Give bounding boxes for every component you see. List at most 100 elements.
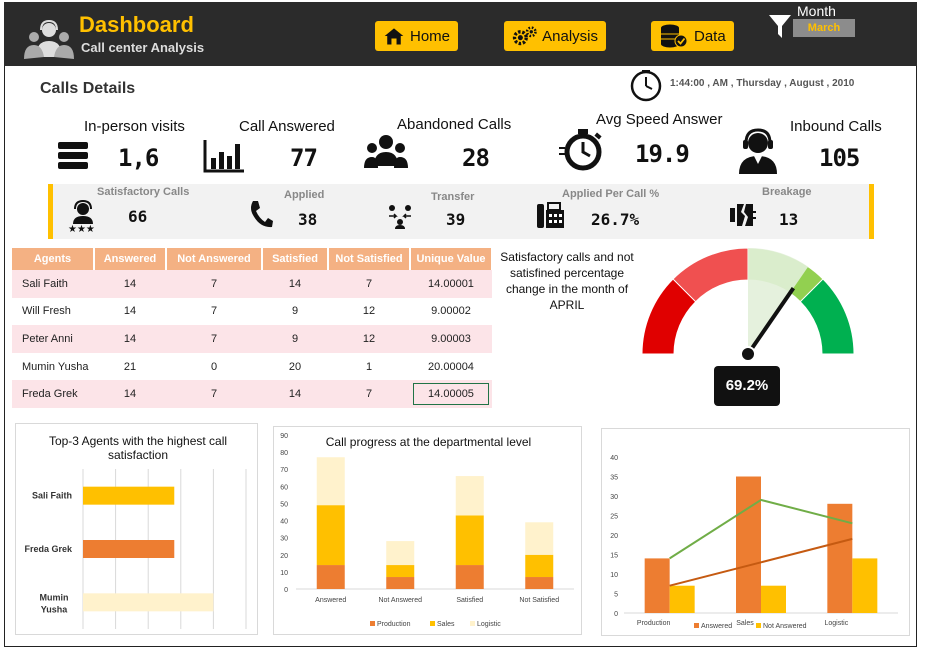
y-tick-label: 15	[610, 553, 618, 560]
column-header-satisfied: Satisfied	[262, 248, 329, 270]
not-answered-cell: 7	[166, 380, 262, 408]
kpi-label-avg-speed-answer: Avg Speed Answer	[596, 111, 723, 128]
legend-label: Sales	[437, 621, 455, 628]
table-row[interactable]: Will Fresh 14 7 9 12 9.00002	[12, 298, 492, 326]
kpi-value-inbound-calls: 105	[819, 144, 860, 172]
table-row[interactable]: Freda Grek 14 7 14 7 14.00005	[12, 380, 492, 408]
category-label: Freda Grek	[24, 544, 73, 554]
agent-name: Will Fresh	[22, 305, 71, 318]
not-answered-cell: 7	[166, 325, 262, 353]
category-label: Mumin	[40, 592, 69, 602]
answered-cell: 21	[123, 360, 137, 373]
not-satisfied-cell: 12	[362, 305, 376, 318]
answered-cell: 14	[94, 325, 166, 353]
answered-by-department-chart: 0 5 10 15 20 25 30 35 40 Production Sales Logistic A…	[601, 428, 910, 636]
svg-text:★★★: ★★★	[68, 224, 95, 232]
bar	[83, 540, 175, 558]
y-tick-label: 90	[280, 433, 288, 440]
agent-name: Mumin Yusha	[22, 360, 89, 373]
x-tick-label: Not Answered	[378, 597, 422, 604]
stacked-bar-segment	[316, 505, 345, 566]
y-tick-label: 80	[280, 450, 288, 457]
bar	[83, 593, 214, 612]
data-button[interactable]: Data	[651, 21, 734, 51]
x-tick-label: Satisfied	[456, 597, 483, 604]
y-tick-label: 20	[610, 533, 618, 540]
x-tick-label: Answered	[315, 597, 346, 604]
gauge-note: Satisfactory calls and not satisfined pe…	[500, 250, 634, 312]
app-subtitle: Call center Analysis	[81, 40, 205, 55]
kpi-label-call-answered: Call Answered	[239, 118, 335, 135]
datetime-readout: 1:44:00 , AM , Thursday , August , 2010	[670, 78, 855, 89]
bar-chart-icon	[203, 140, 244, 173]
strip-label-breakage: Breakage	[762, 186, 812, 198]
strip-label-applied-per-call: Applied Per Call %	[562, 188, 660, 200]
header-bar: Dashboard Call center Analysis Home Anal…	[4, 2, 917, 66]
call-center-logo-icon	[24, 19, 74, 59]
bar	[669, 585, 695, 613]
broken-icon	[730, 204, 756, 226]
legend-label: Not Answered	[763, 623, 807, 630]
bar	[83, 486, 175, 505]
category-label: Yusha	[41, 604, 69, 614]
legend-swatch	[694, 623, 699, 628]
column-header-not-satisfied: Not Satisfied	[328, 248, 411, 270]
analysis-button[interactable]: Analysis	[504, 21, 606, 51]
satisfied-cell: 9	[262, 325, 328, 353]
not-answered-cell: 7	[210, 305, 218, 318]
people-icon	[364, 135, 408, 168]
kpi-label-inbound-calls: Inbound Calls	[790, 118, 882, 135]
x-tick-label: Sales	[736, 620, 754, 627]
database-check-icon	[661, 24, 688, 48]
stacked-bar-segment	[386, 577, 415, 589]
strip-value-satisfactory-calls: 66	[128, 207, 148, 226]
x-tick-label: Production	[637, 620, 671, 627]
transfer-icon	[389, 205, 411, 229]
stacked-bar-segment	[525, 522, 554, 555]
stopwatch-icon	[559, 129, 602, 171]
department-progress-chart: Call progress at the departmental level …	[273, 426, 582, 635]
month-filter-select[interactable]: March	[793, 19, 855, 37]
satisfied-cell: 14	[262, 270, 328, 298]
headset-agent-icon	[739, 128, 777, 174]
legend-label: Logistic	[477, 621, 501, 628]
y-tick-label: 0	[284, 587, 288, 594]
y-tick-label: 10	[610, 572, 618, 579]
satisfied-cell: 14	[262, 380, 328, 408]
stacked-bar-segment	[455, 565, 484, 589]
fax-icon	[537, 202, 564, 228]
gauge-value: 69.2%	[714, 366, 780, 406]
table-row[interactable]: Sali Faith 14 7 14 7 14.00001	[12, 270, 492, 298]
answered-cell: 14	[94, 270, 166, 298]
bar	[761, 585, 786, 613]
filter-funnel-icon[interactable]	[768, 14, 792, 40]
x-tick-label: Logistic	[824, 620, 848, 627]
stacked-bar-segment	[386, 565, 415, 578]
table-row[interactable]: Peter Anni 14 7 9 12 9.00003	[12, 325, 492, 353]
y-tick-label: 20	[280, 553, 288, 560]
not-satisfied-cell: 12	[328, 325, 410, 353]
y-tick-label: 10	[280, 570, 288, 577]
home-button[interactable]: Home	[375, 21, 458, 51]
clock-icon	[630, 70, 662, 102]
table-row[interactable]: Mumin Yusha 21 0 20 1 20.00004	[12, 353, 492, 381]
column-header-agents: Agents	[12, 248, 95, 270]
satisfied-cell: 20	[288, 360, 302, 373]
y-tick-label: 30	[280, 536, 288, 543]
satisfaction-gauge	[641, 247, 855, 362]
bar	[736, 476, 761, 613]
top-agents-chart: Top-3 Agents with the highest call satis…	[15, 423, 258, 635]
strip-value-applied: 38	[298, 210, 318, 229]
strip-value-breakage: 13	[779, 210, 799, 229]
legend-label: Answered	[701, 623, 732, 630]
kpi-value-abandoned-calls: 28	[462, 144, 490, 172]
strip-label-transfer: Transfer	[431, 191, 475, 203]
department-progress-chart-svg: 0 10 20 30 40 50 60 70 80 90 Answered Not Answered S…	[280, 433, 574, 628]
agent-name: Sali Faith	[12, 270, 94, 298]
home-button-label: Home	[409, 27, 450, 45]
kpi-value-avg-speed-answer: 19.9	[635, 140, 690, 168]
legend-swatch	[370, 621, 375, 626]
unique-value-cell-selected[interactable]: 14.00005	[410, 380, 492, 408]
category-label: Sali Faith	[32, 491, 72, 501]
gears-icon	[512, 26, 537, 46]
